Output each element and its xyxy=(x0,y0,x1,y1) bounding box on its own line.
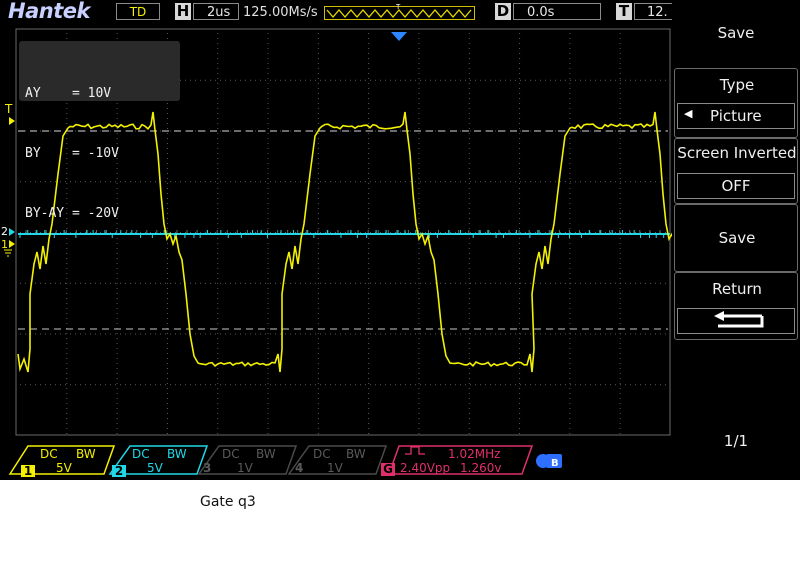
ch3-bw: BW xyxy=(256,447,276,461)
trigger-mode-indicator[interactable]: TD xyxy=(116,3,160,20)
ch3-scale: 1V xyxy=(237,461,253,475)
ch1-ground-arrow-icon xyxy=(9,240,15,248)
sample-rate-readout: 125.00Ms/s xyxy=(243,5,318,20)
ch1-number: 1 xyxy=(21,465,35,477)
ch2-bw: BW xyxy=(167,447,187,461)
delay-readout[interactable]: 0.0s xyxy=(513,3,601,20)
screen-inverted-value-box[interactable]: OFF xyxy=(677,173,795,199)
trigger-key[interactable]: T xyxy=(616,3,632,20)
type-value-box[interactable]: ◀ Picture xyxy=(677,103,795,129)
measurement-by: BY = -10V xyxy=(25,146,119,161)
ch2-coupling: DC xyxy=(132,447,150,461)
timebase-readout[interactable]: 2us xyxy=(193,3,239,20)
return-button[interactable]: Return xyxy=(674,272,798,340)
top-status-bar: Hantek TD H 2us 125.00Ms/s T D 0.0s T 12… xyxy=(0,0,672,24)
return-arrow-icon xyxy=(714,311,764,328)
oscilloscope-screen: Hantek TD H 2us 125.00Ms/s T D 0.0s T 12… xyxy=(0,0,800,480)
save-button-label: Save xyxy=(718,229,756,247)
ch3-coupling: DC xyxy=(222,447,240,461)
generator-offset: 1.260v xyxy=(460,461,502,475)
generator-frequency: 1.02MHz xyxy=(448,447,501,461)
trigger-level-arrow-icon xyxy=(9,117,15,125)
square-wave-icon xyxy=(405,446,425,455)
ch1-bw: BW xyxy=(76,447,96,461)
measurement-ay: AY = 10V xyxy=(25,86,112,101)
ch1-ground-marker[interactable]: 1 xyxy=(1,238,8,251)
trigger-position-marker: T xyxy=(395,3,401,11)
ch2-number: 2 xyxy=(112,465,126,477)
type-label: Type xyxy=(719,76,755,94)
type-value: Picture xyxy=(710,107,762,125)
screen-inverted-value: OFF xyxy=(721,177,751,195)
trigger-level-marker[interactable]: T xyxy=(4,102,13,116)
type-option[interactable]: Type ◀ Picture xyxy=(674,68,798,138)
ch4-number: 4 xyxy=(295,461,304,475)
menu-title: Save xyxy=(717,24,755,42)
memory-depth-indicator: T xyxy=(324,3,475,20)
ch4-bw: BW xyxy=(346,447,366,461)
ch2-scale: 5V xyxy=(147,461,163,475)
ch1-scale: 5V xyxy=(56,461,72,475)
screen-inverted-label: Screen Inverted xyxy=(677,144,797,162)
channel-status-bar: B 1 DC BW 5V 2 DC BW 5V 3 DC BW 1V 4 DC … xyxy=(0,436,672,480)
menu-page-indicator: 1/1 xyxy=(723,432,749,450)
save-button[interactable]: Save xyxy=(674,204,798,272)
ch2-ground-arrow-icon xyxy=(9,228,15,236)
measurement-delta: BY-AY = -20V xyxy=(25,206,119,221)
ch4-coupling: DC xyxy=(313,447,331,461)
return-label: Return xyxy=(712,280,762,298)
cursor-measurement-panel: AY = 10V BY = -10V BY-AY = -20V xyxy=(19,41,180,221)
trigger-level-readout[interactable]: 12. xyxy=(634,3,672,20)
ch3-number: 3 xyxy=(203,461,212,475)
screen-inverted-option[interactable]: Screen Inverted OFF xyxy=(674,138,798,204)
brand-logo: Hantek xyxy=(8,0,90,23)
ch2-ground-marker[interactable]: 2 xyxy=(1,225,8,238)
generator-label: G xyxy=(381,463,395,476)
horizontal-key[interactable]: H xyxy=(175,3,191,20)
side-menu: Save Type ◀ Picture Screen Inverted OFF … xyxy=(672,0,800,480)
left-arrow-icon: ◀ xyxy=(684,107,693,120)
generator-amplitude: 2.40Vpp xyxy=(400,461,451,475)
delay-key[interactable]: D xyxy=(495,3,511,20)
ch4-scale: 1V xyxy=(327,461,343,475)
svg-text:B: B xyxy=(551,458,559,469)
image-caption: Gate q3 xyxy=(200,494,256,510)
ch1-coupling: DC xyxy=(40,447,58,461)
